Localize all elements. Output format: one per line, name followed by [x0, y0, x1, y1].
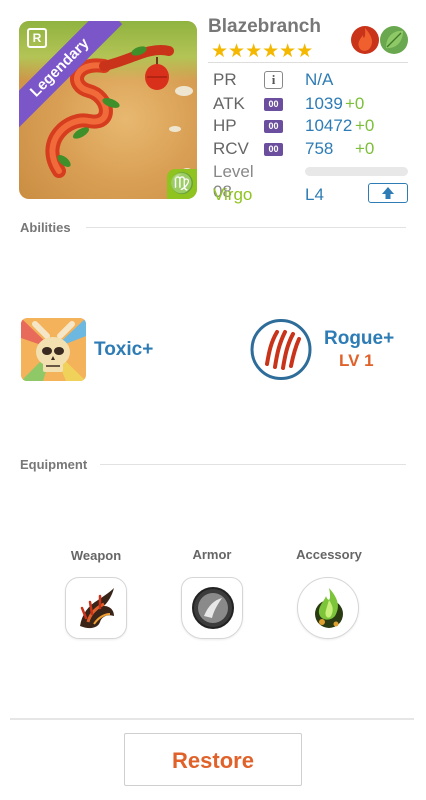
fire-element-icon: [351, 26, 379, 54]
monster-portrait[interactable]: Legendary R ♍: [19, 21, 197, 199]
rarity-badge-icon: R: [27, 28, 47, 48]
abilities-divider: [86, 227, 406, 228]
atk-chip: 00: [264, 98, 283, 111]
equip-label-accessory: Accessory: [296, 547, 362, 562]
shield-armor-icon: [192, 587, 234, 629]
hp-bonus: +0: [355, 116, 375, 135]
info-icon[interactable]: i: [264, 71, 283, 89]
rcv-bonus: +0: [355, 139, 375, 158]
monster-name: Blazebranch: [208, 16, 321, 37]
weapon-slot[interactable]: [65, 577, 127, 639]
level-up-button[interactable]: [368, 183, 408, 203]
pr-label: PR: [213, 70, 237, 89]
pr-value: N/A: [305, 70, 334, 89]
arrow-up-icon: [382, 187, 394, 199]
hp-label: HP: [213, 116, 237, 135]
claw-weapon-icon: [80, 588, 114, 629]
atk-label: ATK: [213, 94, 245, 113]
rcv-value: 758: [305, 139, 334, 158]
armor-slot[interactable]: [181, 577, 243, 639]
hp-chip: 00: [264, 120, 283, 133]
abilities-title: Abilities: [20, 220, 71, 235]
footer-divider: [10, 718, 414, 720]
rcv-chip: 00: [264, 143, 283, 156]
equipment-title: Equipment: [20, 457, 88, 472]
level-progress-bar: [305, 167, 408, 176]
leaf-element-icon: [380, 26, 408, 54]
star-rating: ★★★★★★: [211, 41, 314, 62]
virgo-zodiac-icon: ♍: [167, 169, 197, 199]
hp-value: 10472: [305, 116, 353, 135]
ability-level-rogue: LV 1: [339, 351, 374, 370]
toxic-skull-icon[interactable]: [21, 318, 86, 381]
header-divider: [208, 62, 408, 63]
zodiac-level: L4: [305, 185, 324, 204]
atk-value: 1039: [305, 94, 343, 113]
equip-label-armor: Armor: [192, 547, 232, 562]
atk-bonus: +0: [345, 94, 365, 113]
ability-name-rogue: Rogue+: [324, 328, 395, 349]
zodiac-label: Virgo: [213, 185, 253, 204]
equip-label-weapon: Weapon: [70, 548, 122, 563]
rcv-label: RCV: [213, 139, 249, 158]
equipment-divider: [100, 464, 406, 465]
restore-button[interactable]: Restore: [124, 733, 302, 786]
green-flame-accessory-icon: [315, 588, 343, 628]
accessory-slot[interactable]: [297, 577, 359, 639]
element-icons: [351, 26, 408, 54]
claw-marks-icon[interactable]: [249, 318, 313, 381]
ability-name-toxic: Toxic+: [94, 339, 154, 360]
